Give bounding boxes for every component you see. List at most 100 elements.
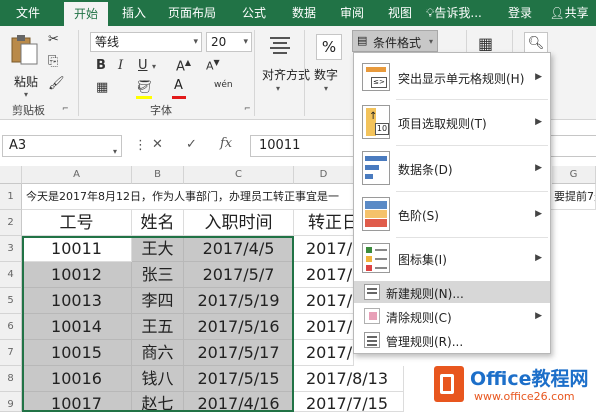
row-header[interactable]: 5 — [0, 288, 22, 314]
menu-item-label: 色阶(S) — [398, 209, 439, 223]
font-launcher-icon[interactable]: ⌐ — [244, 104, 251, 113]
cell-hire-date[interactable]: 2017/5/17 — [184, 340, 294, 366]
bold-button[interactable]: B — [96, 58, 106, 73]
insert-function-button[interactable]: fx — [220, 136, 232, 151]
menu-item-top-bottom-rules[interactable]: ↑ 10 项目选取规则(T) ▶ — [354, 101, 550, 143]
chevron-down-icon: ▾ — [193, 37, 198, 47]
font-size-increase-button[interactable]: A▲ — [176, 58, 191, 74]
clipboard-launcher-icon[interactable]: ⌐ — [62, 104, 69, 113]
divider — [396, 99, 548, 100]
select-all-corner[interactable] — [0, 166, 22, 184]
cell-confirm-date[interactable]: 2017/ — [294, 236, 354, 262]
row-header[interactable]: 2 — [0, 210, 22, 236]
row-header[interactable]: 1 — [0, 184, 22, 210]
font-color-button[interactable]: A — [174, 78, 183, 93]
row-header[interactable]: 9 — [0, 392, 22, 412]
tab-review[interactable]: 审阅 — [332, 0, 372, 26]
cell-id[interactable]: 10012 — [22, 262, 132, 288]
cells-icon[interactable]: ▦ — [478, 34, 493, 53]
cell-name[interactable]: 钱八 — [132, 366, 184, 392]
format-painter-icon[interactable]: 🖌︎ — [48, 76, 65, 91]
sign-in-button[interactable]: 登录 — [502, 0, 538, 26]
cut-icon[interactable]: ✂ — [48, 32, 59, 47]
row-header[interactable]: 6 — [0, 314, 22, 340]
borders-icon[interactable]: ▦ — [96, 80, 108, 95]
header-cell[interactable]: 工号 — [22, 210, 132, 236]
header-cell[interactable]: 转正日 — [294, 210, 354, 236]
tab-home[interactable]: 开始 — [64, 2, 108, 26]
menu-item-data-bars[interactable]: 数据条(D) ▶ — [354, 147, 550, 189]
cell-id[interactable]: 10011 — [22, 236, 132, 262]
cell-id[interactable]: 10014 — [22, 314, 132, 340]
column-header[interactable]: D — [294, 166, 354, 184]
tab-insert[interactable]: 插入 — [114, 0, 154, 26]
name-box[interactable]: A3 ▾ — [2, 135, 122, 157]
row-header[interactable]: 8 — [0, 366, 22, 392]
cell-hire-date[interactable]: 2017/4/16 — [184, 392, 294, 412]
cancel-icon[interactable]: ✕ — [152, 137, 163, 152]
cell-confirm-date[interactable]: 2017/ — [294, 288, 354, 314]
menu-item-highlight-rules[interactable]: ≤> 突出显示单元格规则(H) ▶ — [354, 57, 550, 97]
tab-formulas[interactable]: 公式 — [234, 0, 274, 26]
percent-button[interactable]: % — [316, 34, 342, 60]
tab-data[interactable]: 数据 — [284, 0, 324, 26]
cell-id[interactable]: 10017 — [22, 392, 132, 412]
tab-view[interactable]: 视图 — [380, 0, 420, 26]
menu-item-manage-rules[interactable]: 管理规则(R)... — [354, 329, 550, 351]
cell-hire-date[interactable]: 2017/5/15 — [184, 366, 294, 392]
column-header[interactable]: B — [132, 166, 184, 184]
underline-button[interactable]: U — [138, 58, 148, 73]
column-header[interactable]: A — [22, 166, 132, 184]
menu-item-new-rule[interactable]: 新建规则(N)... — [354, 281, 550, 303]
tab-page-layout[interactable]: 页面布局 — [160, 0, 224, 26]
cell-name[interactable]: 张三 — [132, 262, 184, 288]
tell-me-box[interactable]: 💡︎告诉我... — [426, 0, 498, 26]
cell-g1[interactable]: 要提前7天 — [552, 184, 596, 210]
alignment-button[interactable] — [268, 34, 298, 62]
chevron-down-icon[interactable]: ▾ — [152, 62, 156, 71]
cell-hire-date[interactable]: 2017/4/5 — [184, 236, 294, 262]
cell-confirm-date[interactable]: 2017/ — [294, 314, 354, 340]
cell-hire-date[interactable]: 2017/5/7 — [184, 262, 294, 288]
header-cell[interactable]: 入职时间 — [184, 210, 294, 236]
cell-name[interactable]: 商六 — [132, 340, 184, 366]
conditional-format-button[interactable]: ▤ 条件格式 ▾ — [352, 30, 438, 52]
share-button[interactable]: 👤︎共享 — [542, 0, 596, 26]
cell-name[interactable]: 赵七 — [132, 392, 184, 412]
cell-id[interactable]: 10015 — [22, 340, 132, 366]
copy-icon[interactable]: ⎘ — [48, 54, 58, 69]
font-name-combo[interactable]: 等线 ▾ — [90, 32, 202, 52]
fill-color-icon[interactable]: 🪣︎ — [136, 80, 153, 95]
column-header[interactable]: C — [184, 166, 294, 184]
phonetic-button[interactable]: wén — [214, 80, 233, 90]
menu-item-icon-sets[interactable]: 图标集(I) ▶ — [354, 239, 550, 277]
font-size-value: 20 — [211, 35, 227, 49]
cell-name[interactable]: 李四 — [132, 288, 184, 314]
cell-name[interactable]: 王大 — [132, 236, 184, 262]
column-header[interactable]: G — [552, 166, 596, 184]
cell-confirm-date[interactable]: 2017/8/13 — [294, 366, 404, 392]
row-header[interactable]: 4 — [0, 262, 22, 288]
cell-id[interactable]: 10016 — [22, 366, 132, 392]
tab-file[interactable]: 文件 — [6, 0, 50, 26]
row-header[interactable]: 7 — [0, 340, 22, 366]
cell-name[interactable]: 王五 — [132, 314, 184, 340]
row-header[interactable]: 3 — [0, 236, 22, 262]
header-cell[interactable]: 姓名 — [132, 210, 184, 236]
font-size-combo[interactable]: 20 ▾ — [206, 32, 252, 52]
cell-id[interactable]: 10013 — [22, 288, 132, 314]
cell-confirm-date[interactable]: 2017/ — [294, 262, 354, 288]
cell-hire-date[interactable]: 2017/5/19 — [184, 288, 294, 314]
cell-confirm-date[interactable]: 2017/7/15 — [294, 392, 404, 412]
cell-hire-date[interactable]: 2017/5/16 — [184, 314, 294, 340]
enter-icon[interactable]: ✓ — [186, 137, 197, 152]
menu-item-clear-rules[interactable]: 清除规则(C) ▶ — [354, 305, 550, 327]
italic-button[interactable]: I — [118, 58, 123, 73]
divider — [396, 145, 548, 146]
submenu-arrow-icon: ▶ — [535, 311, 542, 321]
cell-confirm-date[interactable]: 2017/ — [294, 340, 354, 366]
paste-button[interactable]: 粘贴 ▾ — [8, 32, 44, 99]
menu-item-color-scales[interactable]: 色阶(S) ▶ — [354, 193, 550, 235]
font-size-decrease-button[interactable]: A▼ — [206, 58, 220, 73]
watermark-brand-text: Office教程网 — [470, 368, 589, 390]
